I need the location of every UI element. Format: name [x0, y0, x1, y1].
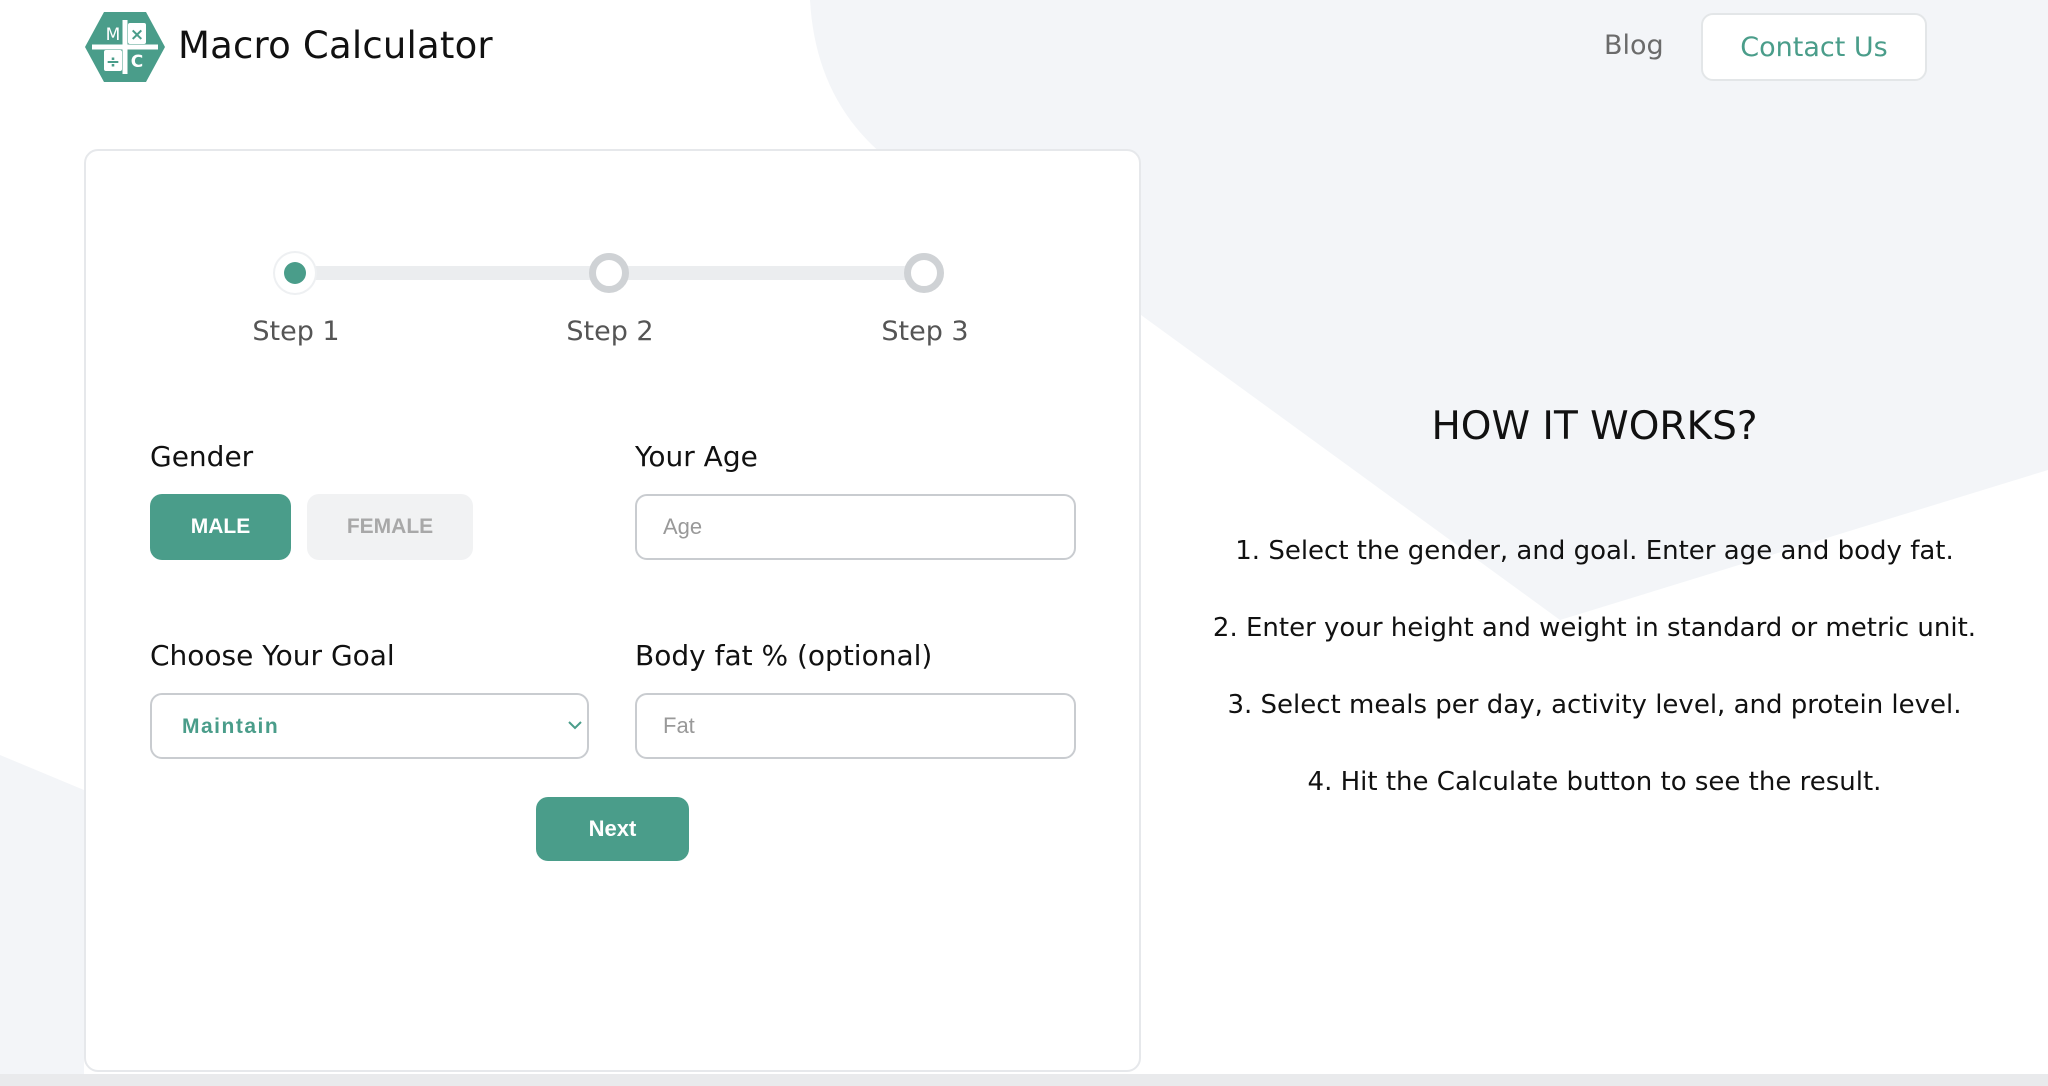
how-it-works-step: 2. Enter your height and weight in stand… — [1212, 613, 1977, 643]
how-it-works-step: 3. Select meals per day, activity level,… — [1227, 690, 1962, 720]
step-3-indicator[interactable] — [904, 253, 944, 293]
calculator-card: Step 1 Step 2 Step 3 Gender MALE FEMALE … — [84, 149, 1141, 1072]
step-1-label: Step 1 — [252, 316, 340, 347]
gender-male-button[interactable]: MALE — [150, 494, 291, 560]
next-button[interactable]: Next — [536, 797, 689, 861]
how-it-works-step: 4. Hit the Calculate button to see the r… — [1307, 767, 1882, 797]
how-it-works-step: 1. Select the gender, and goal. Enter ag… — [1235, 536, 1954, 566]
step-3-label: Step 3 — [881, 316, 969, 347]
how-it-works-list: 1. Select the gender, and goal. Enter ag… — [1141, 530, 2048, 838]
logo-letter-m: M — [106, 25, 121, 45]
body-fat-label: Body fat % (optional) — [635, 639, 933, 672]
chevron-down-icon — [568, 721, 582, 730]
step-1-indicator[interactable] — [275, 253, 315, 293]
logo-times-sign: × — [130, 25, 144, 45]
gender-female-button[interactable]: FEMALE — [307, 494, 473, 560]
step-progress: Step 1 Step 2 Step 3 — [86, 151, 1143, 371]
goal-label: Choose Your Goal — [150, 639, 395, 672]
step-2-indicator[interactable] — [589, 253, 629, 293]
macro-calculator-logo-icon[interactable]: M × ÷ C — [84, 10, 166, 84]
gender-label: Gender — [150, 440, 254, 473]
how-it-works-section: HOW IT WORKS? 1. Select the gender, and … — [1141, 0, 2048, 1086]
background-shape-bottom-left — [0, 755, 84, 1086]
step-2-label: Step 2 — [566, 316, 654, 347]
how-it-works-title: HOW IT WORKS? — [1431, 404, 1758, 449]
goal-select[interactable]: Maintain — [150, 693, 589, 759]
age-input[interactable] — [635, 494, 1076, 560]
logo-letter-c: C — [131, 52, 143, 72]
brand-name[interactable]: Macro Calculator — [178, 24, 493, 67]
age-label: Your Age — [635, 440, 758, 473]
body-fat-input[interactable] — [635, 693, 1076, 759]
logo-divide-sign: ÷ — [106, 52, 120, 72]
goal-select-wrapper[interactable]: Maintain — [150, 693, 589, 759]
